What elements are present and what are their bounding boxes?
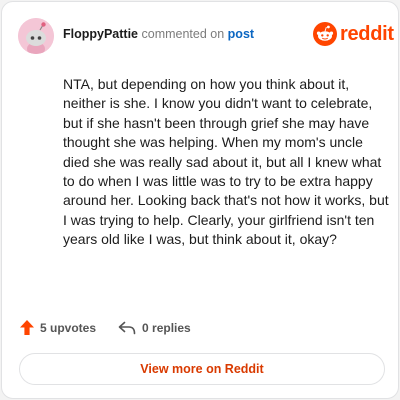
post-link[interactable]: post: [228, 27, 254, 41]
view-more-button[interactable]: View more on Reddit: [19, 353, 385, 385]
comment-card: FloppyPattie commented on post reddit NT…: [1, 1, 399, 399]
replies-count: 0 replies: [142, 320, 191, 335]
username-link[interactable]: FloppyPattie: [63, 27, 138, 41]
upvotes-count: 5 upvotes: [40, 320, 97, 335]
comment-actions: 5 upvotes 0 replies: [20, 320, 191, 335]
snoo-avatar-icon: [18, 18, 54, 54]
upvote-button[interactable]: 5 upvotes: [20, 320, 96, 335]
comment-body: NTA, but depending on how you think abou…: [63, 76, 389, 248]
reply-button[interactable]: 0 replies: [118, 321, 191, 335]
reddit-logo[interactable]: reddit: [313, 22, 394, 46]
upvote-arrow-icon: [20, 320, 34, 335]
reddit-snoo-icon: [313, 22, 337, 46]
reply-arrow-icon: [118, 321, 136, 334]
user-avatar[interactable]: [18, 18, 54, 54]
comment-header: FloppyPattie commented on post: [63, 27, 254, 41]
reddit-wordmark: reddit: [340, 22, 394, 45]
action-text: commented on: [141, 27, 225, 41]
